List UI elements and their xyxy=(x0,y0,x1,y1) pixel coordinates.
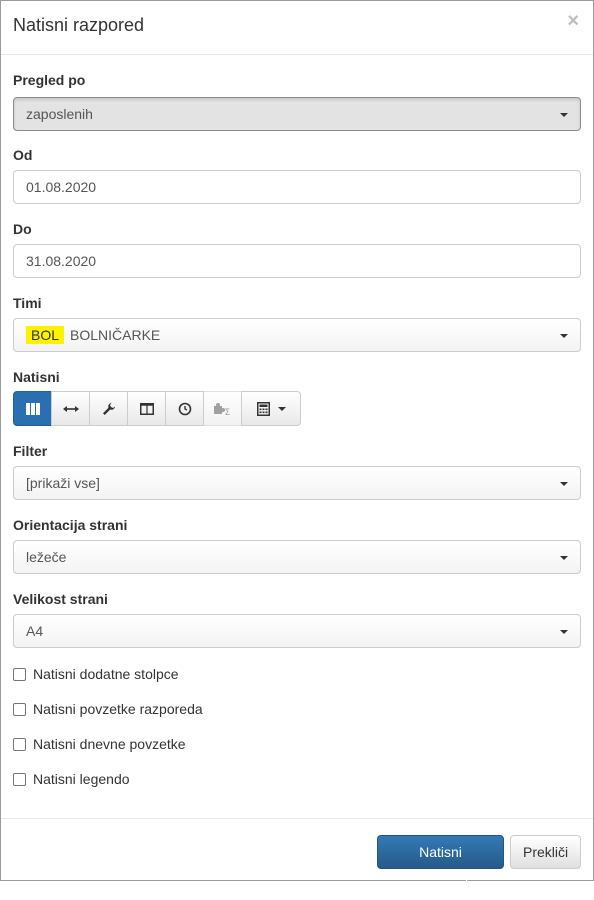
dialog-title: Natisni razpored xyxy=(13,15,145,35)
teams-label: Timi xyxy=(13,295,42,311)
calculator-dropdown-button[interactable] xyxy=(241,391,301,426)
settings-button[interactable] xyxy=(89,391,128,426)
split-view-button[interactable] xyxy=(127,391,166,426)
filter-value: [prikaži vse] xyxy=(26,475,100,491)
option-legend[interactable]: Natisni legendo xyxy=(13,770,130,788)
clock-icon xyxy=(178,402,191,415)
arrows-horizontal-icon xyxy=(62,405,79,412)
orientation-select[interactable]: ležeče xyxy=(13,540,581,574)
print-label: Natisni xyxy=(13,369,60,385)
to-date-input[interactable]: 31.08.2020 xyxy=(13,244,581,278)
split-columns-icon xyxy=(139,402,154,415)
wrench-icon xyxy=(102,402,115,415)
print-schedule-button[interactable]: Natisni razpored xyxy=(377,835,504,892)
checkbox[interactable] xyxy=(13,702,26,716)
from-date-value: 01.08.2020 xyxy=(26,179,97,195)
print-mode-toolbar: Σ xyxy=(13,391,301,426)
summary-addon-button[interactable]: Σ xyxy=(203,391,242,426)
chevron-down-icon xyxy=(560,630,568,634)
from-date-input[interactable]: 01.08.2020 xyxy=(13,170,581,204)
time-button[interactable] xyxy=(165,391,204,426)
teams-select[interactable]: BOL BOLNIČARKE xyxy=(13,318,581,352)
team-name: BOLNIČARKE xyxy=(70,327,161,343)
dialog-footer: Natisni razpored Prekliči xyxy=(1,818,593,892)
checkbox[interactable] xyxy=(13,667,26,681)
svg-text:Σ: Σ xyxy=(224,408,230,416)
option-schedule-summaries[interactable]: Natisni povzetke razporeda xyxy=(13,700,203,718)
cancel-button[interactable]: Prekliči xyxy=(510,835,581,869)
option-label: Natisni povzetke razporeda xyxy=(33,701,203,717)
chevron-down-icon xyxy=(560,556,568,560)
chevron-down-icon xyxy=(560,334,568,338)
orientation-value: ležeče xyxy=(26,549,67,565)
view-by-label: Pregled po xyxy=(13,72,86,88)
close-icon[interactable]: × xyxy=(567,11,579,31)
view-by-select[interactable]: zaposlenih xyxy=(13,97,581,131)
page-size-value: A4 xyxy=(26,623,44,639)
option-label: Natisni dnevne povzetke xyxy=(33,736,186,752)
option-label: Natisni dodatne stolpce xyxy=(33,666,179,682)
to-date-value: 31.08.2020 xyxy=(26,253,97,269)
checkbox[interactable] xyxy=(13,737,26,751)
team-badge: BOL xyxy=(26,326,65,344)
from-label: Od xyxy=(13,147,33,163)
filter-label: Filter xyxy=(13,443,48,459)
checkbox[interactable] xyxy=(13,772,26,786)
chevron-down-icon xyxy=(560,113,568,117)
chevron-down-icon xyxy=(277,406,286,411)
chevron-down-icon xyxy=(560,482,568,486)
view-by-value: zaposlenih xyxy=(26,106,93,122)
page-size-label: Velikost strani xyxy=(13,591,108,607)
option-daily-summaries[interactable]: Natisni dnevne povzetke xyxy=(13,735,186,753)
page-size-select[interactable]: A4 xyxy=(13,614,581,648)
fit-width-button[interactable] xyxy=(51,391,90,426)
calculator-icon xyxy=(256,401,270,416)
option-extra-columns[interactable]: Natisni dodatne stolpce xyxy=(13,665,179,683)
to-label: Do xyxy=(13,221,32,237)
print-schedule-dialog: Natisni razpored × Pregled po zaposlenih… xyxy=(0,0,594,892)
columns-view-button[interactable] xyxy=(13,391,52,426)
option-label: Natisni legendo xyxy=(33,771,130,787)
columns-icon xyxy=(25,402,40,415)
orientation-label: Orientacija strani xyxy=(13,517,128,533)
filter-select[interactable]: [prikaži vse] xyxy=(13,466,581,500)
dialog-header: Natisni razpored × xyxy=(1,1,593,55)
puzzle-sum-icon: Σ xyxy=(213,402,230,416)
